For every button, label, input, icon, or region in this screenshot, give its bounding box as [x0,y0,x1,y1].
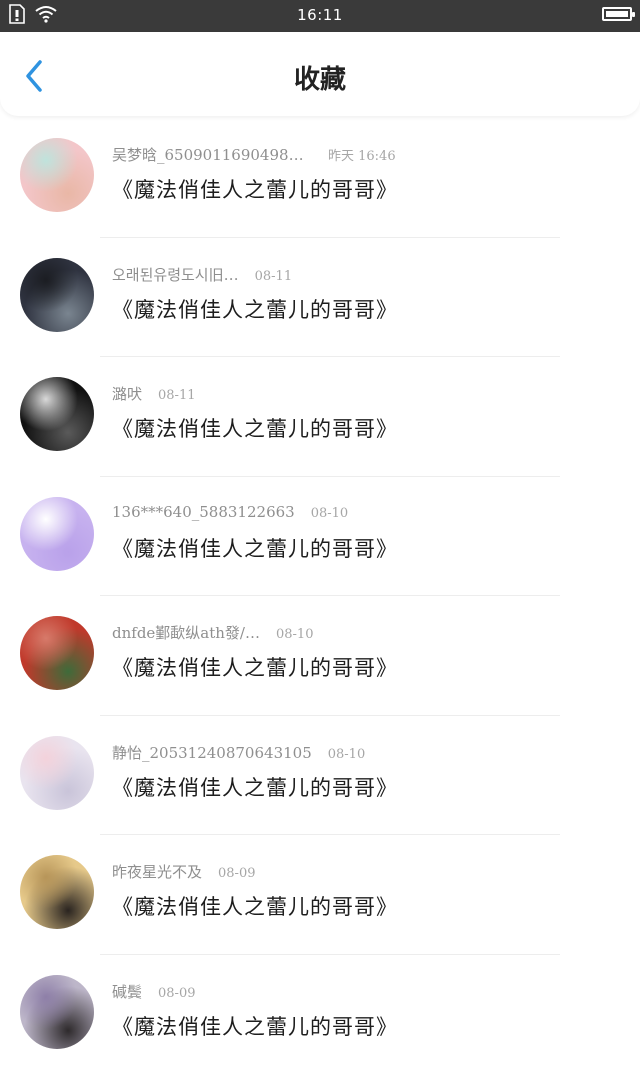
item-meta: 潞吠 08-11 [112,383,196,404]
list-item[interactable]: 潞吠 08-11 《魔法俏佳人之蕾儿的哥哥》 [0,357,640,477]
username[interactable]: 오래된유령도시旧… [112,264,239,285]
username[interactable]: 136***640_5883122663 [112,503,295,521]
book-title[interactable]: 《魔法俏佳人之蕾儿的哥哥》 [112,533,398,563]
list-item[interactable]: 碱鬓 08-09 《魔法俏佳人之蕾儿的哥哥》 [0,955,640,1074]
battery-icon [602,7,632,21]
list-item[interactable]: 静怡_20531240870643105 08-10 《魔法俏佳人之蕾儿的哥哥》 [0,716,640,836]
timestamp: 08-09 [218,866,255,881]
status-time: 16:11 [0,6,640,24]
username[interactable]: dnfde鄞歃纵ath發/… [112,622,260,643]
book-title[interactable]: 《魔法俏佳人之蕾儿的哥哥》 [112,772,398,802]
book-title[interactable]: 《魔法俏佳人之蕾儿的哥哥》 [112,652,398,682]
favorites-list: 吴梦晗_6509011690498169 昨天 16:46 《魔法俏佳人之蕾儿的… [0,118,640,1074]
avatar[interactable] [20,258,94,332]
avatar[interactable] [20,377,94,451]
avatar[interactable] [20,975,94,1049]
item-meta: 136***640_5883122663 08-10 [112,503,348,521]
timestamp: 08-10 [328,747,365,762]
status-bar: 16:11 [0,0,640,32]
username[interactable]: 吴梦晗_6509011690498169 [112,144,312,165]
page-title: 收藏 [0,59,640,96]
username[interactable]: 静怡_20531240870643105 [112,742,312,763]
list-item[interactable]: 昨夜星光不及 08-09 《魔法俏佳人之蕾儿的哥哥》 [0,835,640,955]
list-item[interactable]: 吴梦晗_6509011690498169 昨天 16:46 《魔法俏佳人之蕾儿的… [0,118,640,238]
item-meta: 吴梦晗_6509011690498169 昨天 16:46 [112,144,396,165]
timestamp: 昨天 16:46 [328,145,396,164]
list-item[interactable]: 오래된유령도시旧… 08-11 《魔法俏佳人之蕾儿的哥哥》 [0,238,640,358]
username[interactable]: 昨夜星光不及 [112,861,202,882]
timestamp: 08-10 [276,627,313,642]
book-title[interactable]: 《魔法俏佳人之蕾儿的哥哥》 [112,174,398,204]
book-title[interactable]: 《魔法俏佳人之蕾儿的哥哥》 [112,294,398,324]
book-title[interactable]: 《魔法俏佳人之蕾儿的哥哥》 [112,1011,398,1041]
username[interactable]: 潞吠 [112,383,142,404]
item-meta: 昨夜星光不及 08-09 [112,861,256,882]
top-bar: 收藏 [0,32,640,116]
timestamp: 08-09 [158,986,195,1001]
list-item[interactable]: 136***640_5883122663 08-10 《魔法俏佳人之蕾儿的哥哥》 [0,477,640,597]
book-title[interactable]: 《魔法俏佳人之蕾儿的哥哥》 [112,413,398,443]
item-meta: dnfde鄞歃纵ath發/… 08-10 [112,622,313,643]
list-item[interactable]: dnfde鄞歃纵ath發/… 08-10 《魔法俏佳人之蕾儿的哥哥》 [0,596,640,716]
avatar[interactable] [20,497,94,571]
item-meta: 碱鬓 08-09 [112,981,196,1002]
avatar[interactable] [20,616,94,690]
timestamp: 08-11 [158,388,195,403]
avatar[interactable] [20,855,94,929]
username[interactable]: 碱鬓 [112,981,142,1002]
book-title[interactable]: 《魔法俏佳人之蕾儿的哥哥》 [112,891,398,921]
avatar[interactable] [20,138,94,212]
timestamp: 08-11 [255,269,292,284]
timestamp: 08-10 [311,506,348,521]
item-meta: 静怡_20531240870643105 08-10 [112,742,365,763]
item-meta: 오래된유령도시旧… 08-11 [112,264,292,285]
avatar[interactable] [20,736,94,810]
